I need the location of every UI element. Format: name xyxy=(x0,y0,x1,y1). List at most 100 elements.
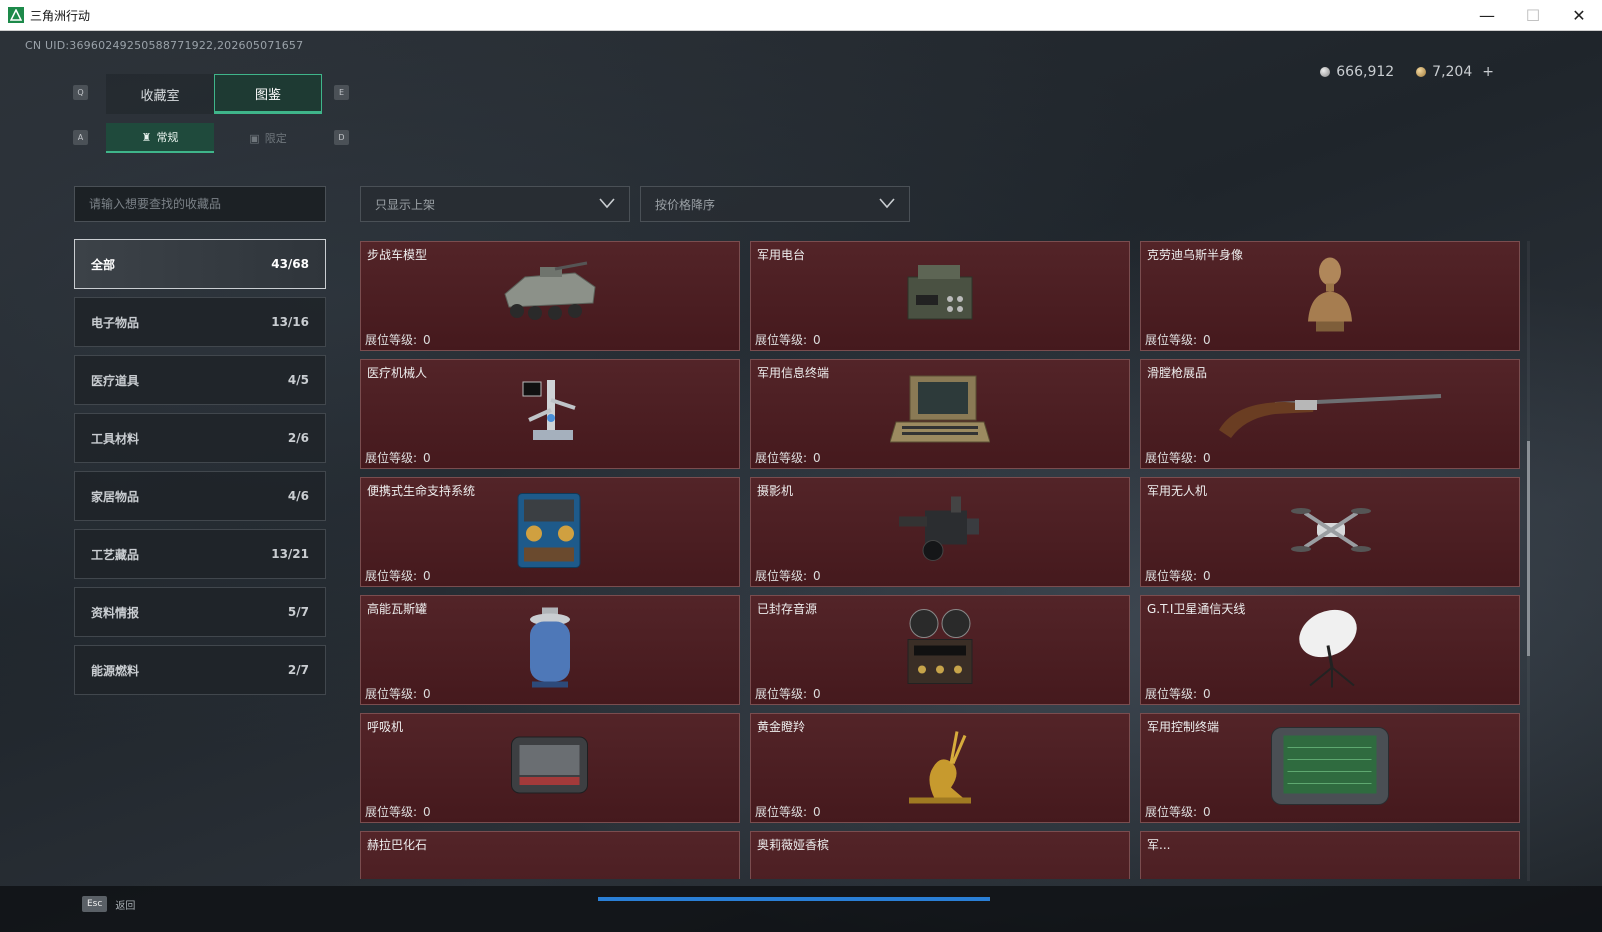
booth-level: 展位等级: 0 xyxy=(1145,449,1211,466)
booth-level-value: 0 xyxy=(1203,451,1211,465)
listing-filter-dropdown[interactable]: 只显示上架 xyxy=(360,186,630,222)
item-name: 黄金瞪羚 xyxy=(757,720,806,734)
listing-filter-label: 只显示上架 xyxy=(375,197,436,212)
tab-catalog[interactable]: 图鉴 xyxy=(214,74,322,114)
booth-level-value: 0 xyxy=(423,569,431,583)
q-key-hint[interactable]: Q xyxy=(73,85,88,100)
minimize-button[interactable]: — xyxy=(1464,0,1510,30)
sort-dropdown[interactable]: 按价格降序 xyxy=(640,186,910,222)
collectible-card[interactable]: 摄影机 展位等级: 0 xyxy=(750,477,1130,587)
collectible-card[interactable]: 奥莉薇娅香槟 xyxy=(750,831,1130,879)
category-all[interactable]: 全部 43/68 xyxy=(74,239,326,289)
ifv-model-icon xyxy=(495,259,605,333)
window-title: 三角洲行动 xyxy=(30,8,91,23)
collectible-card[interactable]: 克劳迪乌斯半身像 展位等级: 0 xyxy=(1140,241,1520,351)
medical-robot-icon xyxy=(515,372,585,456)
booth-level-value: 0 xyxy=(1203,805,1211,819)
grid-scrollbar[interactable] xyxy=(1527,241,1530,881)
subtab-limited-label: 限定 xyxy=(264,132,287,145)
category-count: 13/21 xyxy=(271,547,309,561)
category-intel[interactable]: 资料情报 5/7 xyxy=(74,587,326,637)
category-tools[interactable]: 工具材料 2/6 xyxy=(74,413,326,463)
collectible-card[interactable]: 军用信息终端 展位等级: 0 xyxy=(750,359,1130,469)
booth-level: 展位等级: 0 xyxy=(1145,685,1211,702)
collectible-card[interactable]: 黄金瞪羚 展位等级: 0 xyxy=(750,713,1130,823)
scrollbar-thumb[interactable] xyxy=(1527,441,1530,656)
e-key-hint[interactable]: E xyxy=(334,85,349,100)
reel-recorder-icon xyxy=(900,606,980,695)
booth-level-value: 0 xyxy=(813,451,821,465)
item-name: 呼吸机 xyxy=(367,720,404,734)
collectible-card[interactable]: 已封存音源展位等级: 0 xyxy=(750,595,1130,705)
limited-icon: ▣ xyxy=(249,131,260,145)
collectible-card[interactable]: 军... xyxy=(1140,831,1520,879)
category-energy[interactable]: 能源燃料 2/7 xyxy=(74,645,326,695)
item-name: 滑膛枪展品 xyxy=(1147,366,1208,380)
tab-collection-room[interactable]: 收藏室 xyxy=(106,74,214,114)
booth-level-value: 0 xyxy=(423,451,431,465)
a-key-hint[interactable]: A xyxy=(73,130,88,145)
collectible-card[interactable]: 军用控制终端 展位等级: 0 xyxy=(1140,713,1520,823)
item-name: 便携式生命支持系统 xyxy=(367,484,476,498)
window-titlebar: 三角洲行动 — ☐ ✕ xyxy=(0,0,1602,31)
category-name: 全部 xyxy=(91,257,116,272)
add-currency-button[interactable]: + xyxy=(1482,64,1494,80)
collectible-card[interactable]: G.T.I卫星通信天线 展位等级: 0 xyxy=(1140,595,1520,705)
info-terminal-icon xyxy=(889,372,991,456)
category-medical[interactable]: 医疗道具 4/5 xyxy=(74,355,326,405)
booth-level: 展位等级: 0 xyxy=(755,567,821,584)
gas-tank-icon xyxy=(520,606,580,695)
search-input[interactable] xyxy=(74,186,326,222)
booth-level-label: 展位等级: xyxy=(365,333,418,347)
subtab-regular-label: 常规 xyxy=(156,131,179,144)
d-key-hint[interactable]: D xyxy=(334,130,349,145)
booth-level: 展位等级: 0 xyxy=(755,449,821,466)
collectible-card[interactable]: 呼吸机展位等级: 0 xyxy=(360,713,740,823)
booth-level-label: 展位等级: xyxy=(1145,805,1198,819)
uid-label: CN UID:36960249250588771922,202605071657 xyxy=(25,39,304,52)
collectible-card[interactable]: 医疗机械人 展位等级: 0 xyxy=(360,359,740,469)
silver-currency: 666,912 xyxy=(1320,64,1394,80)
category-count: 2/6 xyxy=(287,431,309,445)
booth-level-label: 展位等级: xyxy=(365,569,418,583)
military-radio-icon xyxy=(900,259,980,333)
gold-currency: 7,204 + xyxy=(1416,64,1494,80)
item-name: 军用无人机 xyxy=(1147,484,1208,498)
item-name: 已封存音源 xyxy=(757,602,818,616)
booth-level: 展位等级: 0 xyxy=(755,331,821,348)
item-name: G.T.I卫星通信天线 xyxy=(1147,602,1246,616)
maximize-button[interactable]: ☐ xyxy=(1510,0,1556,30)
collectible-card[interactable]: 军用无人机 展位等级: 0 xyxy=(1140,477,1520,587)
category-crafts[interactable]: 工艺藏品 13/21 xyxy=(74,529,326,579)
chevron-down-icon xyxy=(599,198,615,209)
item-name: 赫拉巴化石 xyxy=(367,838,428,852)
booth-level-value: 0 xyxy=(423,805,431,819)
booth-level: 展位等级: 0 xyxy=(755,685,821,702)
collectible-card[interactable]: 滑膛枪展品展位等级: 0 xyxy=(1140,359,1520,469)
category-count: 4/6 xyxy=(287,489,309,503)
bottom-bar: Esc 返回 xyxy=(0,886,1602,932)
category-electronics[interactable]: 电子物品 13/16 xyxy=(74,297,326,347)
esc-key-hint: Esc xyxy=(82,896,108,912)
regular-icon: ♜ xyxy=(141,130,152,144)
category-household[interactable]: 家居物品 4/6 xyxy=(74,471,326,521)
drone-icon xyxy=(1285,495,1375,569)
booth-level-label: 展位等级: xyxy=(755,451,808,465)
subtab-regular[interactable]: ♜ 常规 xyxy=(106,123,214,153)
collectible-card[interactable]: 便携式生命支持系统 展位等级: 0 xyxy=(360,477,740,587)
collectible-card[interactable]: 军用电台 展位等级: 0 xyxy=(750,241,1130,351)
booth-level-value: 0 xyxy=(813,569,821,583)
booth-level: 展位等级: 0 xyxy=(365,803,431,820)
loading-progress-bar xyxy=(598,897,990,901)
close-button[interactable]: ✕ xyxy=(1556,0,1602,30)
back-button[interactable]: Esc 返回 xyxy=(82,896,135,912)
booth-level-label: 展位等级: xyxy=(365,451,418,465)
category-name: 能源燃料 xyxy=(91,663,140,678)
collectible-card[interactable]: 步战车模型 展位等级: 0 xyxy=(360,241,740,351)
booth-level: 展位等级: 0 xyxy=(365,449,431,466)
collectible-card[interactable]: 赫拉巴化石 xyxy=(360,831,740,879)
game-viewport: CN UID:36960249250588771922,202605071657… xyxy=(0,31,1602,932)
booth-level-value: 0 xyxy=(813,805,821,819)
collectible-card[interactable]: 高能瓦斯罐 展位等级: 0 xyxy=(360,595,740,705)
subtab-limited[interactable]: ▣ 限定 xyxy=(214,123,322,153)
